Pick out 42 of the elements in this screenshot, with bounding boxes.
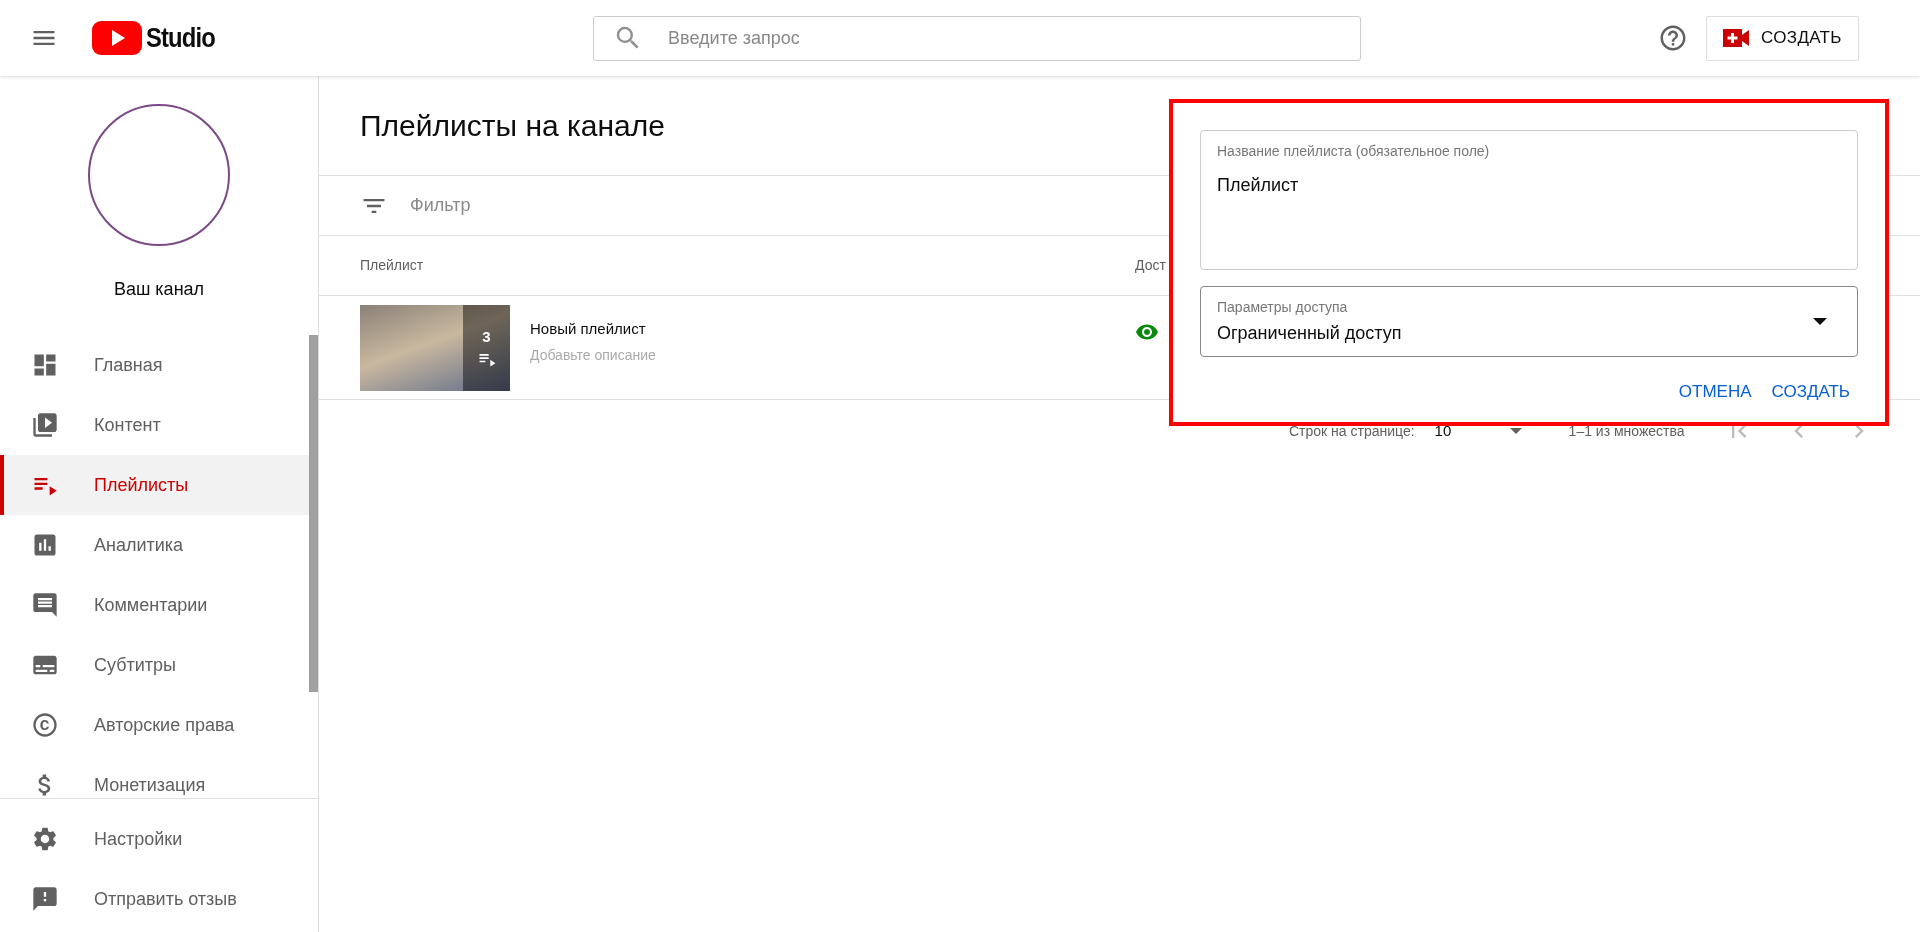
settings-icon xyxy=(31,825,59,853)
playlist-title[interactable]: Новый плейлист xyxy=(530,318,1135,341)
nav-item[interactable]: Настройки xyxy=(0,809,318,869)
comment-icon xyxy=(31,591,59,619)
logo-text: Studio xyxy=(146,21,215,55)
column-header: Плейлист xyxy=(360,256,425,275)
video-thumbnail[interactable]: 3 xyxy=(360,304,510,391)
nav-item[interactable]: Авторские права xyxy=(0,695,309,755)
create-playlist-button[interactable]: СОЗДАТЬ xyxy=(1771,379,1850,405)
nav-item[interactable]: Комментарии xyxy=(0,575,309,635)
dropdown-icon xyxy=(1509,428,1522,434)
filter-field[interactable]: Фильтр xyxy=(410,192,642,219)
studio-logo[interactable]: Studio xyxy=(92,17,228,59)
nav-item[interactable]: Аналитика xyxy=(0,515,309,575)
nav-item[interactable]: Контент xyxy=(0,395,309,455)
scrollbar[interactable] xyxy=(309,335,318,692)
channel-name: Ваш канал xyxy=(113,278,205,301)
nav-item[interactable]: Плейлисты xyxy=(0,455,309,515)
column-header: Дост xyxy=(1135,256,1166,275)
access-value: Ограниченный доступ xyxy=(1217,321,1402,345)
access-label: Параметры доступа xyxy=(1217,297,1349,317)
dropdown-icon xyxy=(1813,318,1827,325)
feedback-icon xyxy=(31,885,59,913)
playlist-name-field[interactable]: Название плейлиста (обязательное поле) Плейлист xyxy=(1200,130,1858,270)
rows-per-page-label: Строк на странице: xyxy=(1289,421,1415,441)
nav-item[interactable]: Главная xyxy=(0,335,309,395)
page-title: Плейлисты на канале xyxy=(360,108,665,144)
play-logo-icon xyxy=(92,20,142,56)
video-plus-icon xyxy=(1723,29,1750,47)
nav-item[interactable]: Монетизация xyxy=(0,755,309,798)
create-button[interactable]: СОЗДАТЬ xyxy=(1706,15,1859,61)
rows-per-page-select[interactable]: 10 xyxy=(1434,419,1529,443)
search-field[interactable]: Введите запрос xyxy=(593,15,1362,61)
nav-item[interactable]: Отправить отзыв xyxy=(0,869,318,929)
page-range: 1–1 из множества xyxy=(1568,421,1685,441)
cancel-button[interactable]: ОТМЕНА xyxy=(1678,379,1752,405)
copyright-icon xyxy=(31,711,59,739)
video-library-icon xyxy=(31,411,59,439)
nav-item[interactable]: Субтитры xyxy=(0,635,309,695)
video-count: 3 xyxy=(482,327,491,348)
playlist-description: Добавьте описание xyxy=(530,345,657,365)
access-select[interactable]: Параметры доступа Ограниченный доступ xyxy=(1200,286,1858,357)
